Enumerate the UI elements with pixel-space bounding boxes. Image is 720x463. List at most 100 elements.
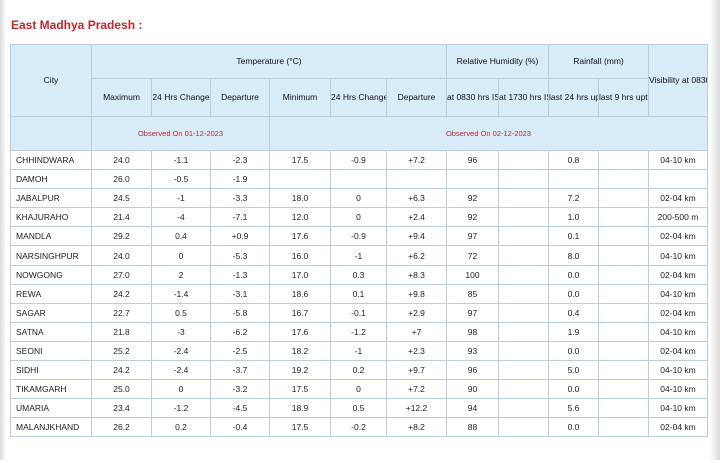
min-change-cell: -0.9 <box>330 226 387 247</box>
rain-24hr-cell: 0.0 <box>548 283 599 304</box>
visibility-cell: 04-10 km <box>648 360 708 381</box>
min-change-cell: 0 <box>330 379 387 400</box>
max-change-cell: 0.5 <box>151 302 211 323</box>
min-departure-cell: +7.2 <box>386 379 447 400</box>
rain-9hr-cell <box>598 149 649 171</box>
rh-1730-cell <box>498 302 549 323</box>
max-change-cell: 2 <box>151 264 211 285</box>
max-departure-cell: +0.9 <box>210 226 270 247</box>
observed-date-2: Observed On 02-12-2023 <box>269 116 708 151</box>
max-change-cell: -2.4 <box>151 360 211 381</box>
city-header: City <box>10 44 92 117</box>
max-temp-cell: 26.2 <box>91 417 152 438</box>
min-temp-cell: 17.5 <box>269 379 331 400</box>
min-temp-cell: 17.6 <box>269 321 331 342</box>
rh-1730-cell <box>498 188 549 209</box>
rh-0830-cell: 72 <box>446 245 499 266</box>
min-departure-cell: +9.4 <box>386 226 447 247</box>
table-row: KHAJURAHO 21.4 -4 -7.1 12.0 0 +2.4 92 1.0 200-500… <box>10 207 708 228</box>
humidity-header: Relative Humidity (%) <box>446 44 549 79</box>
rh-0830-cell: 92 <box>446 207 499 228</box>
rain-9hr-cell <box>598 245 649 266</box>
rain-24hr-cell: 0.1 <box>548 226 599 247</box>
rain-9hr-cell <box>598 188 649 209</box>
max-change-cell: -2.4 <box>151 340 211 362</box>
city-cell: REWA <box>10 283 92 304</box>
min-change-header: 24 Hrs Change <box>330 78 387 117</box>
city-cell: TIKAMGARH <box>10 379 92 400</box>
rain-9hr-cell <box>598 340 649 362</box>
min-change-cell: 0.3 <box>330 264 387 285</box>
visibility-cell: 02-04 km <box>648 264 708 285</box>
max-departure-cell: -2.3 <box>210 149 270 171</box>
city-cell: UMARIA <box>10 398 92 419</box>
table-row: MANDLA 29.2 0.4 +0.9 17.6 -0.9 +9.4 97 0.1 02-04 … <box>10 226 708 247</box>
min-change-cell: 0.5 <box>330 398 387 419</box>
visibility-cell: 04-10 km <box>648 379 708 400</box>
observed-date-2-text: Observed On 02-12-2023 <box>445 128 532 138</box>
visibility-header: Visibility at 0830 hrs IST <box>648 44 708 117</box>
rh-0830-cell: 100 <box>446 264 499 285</box>
table-row: JABALPUR 24.5 -1 -3.3 18.0 0 +6.3 92 7.2 02-04 km <box>10 188 708 209</box>
table-row: NARSINGHPUR 24.0 0 -5.3 16.0 -1 +6.2 72 8.0 04-10… <box>10 245 708 266</box>
visibility-cell <box>648 169 708 190</box>
visibility-cell: 200-500 m <box>648 207 708 228</box>
rh-1730-cell <box>498 264 549 285</box>
rain-24hr-cell: 0.0 <box>548 264 599 285</box>
max-departure-header: Departure <box>210 78 270 117</box>
city-cell: NARSINGHPUR <box>10 245 92 266</box>
max-temp-cell: 23.4 <box>91 398 152 419</box>
max-change-header: 24 Hrs Change <box>151 78 211 117</box>
min-change-cell: 0.1 <box>330 283 387 304</box>
min-change-cell: 0 <box>330 207 387 228</box>
rain-24hr-cell: 1.9 <box>548 321 599 342</box>
rainfall-header: Rainfall (mm) <box>548 44 649 79</box>
observed-spacer <box>10 116 92 151</box>
max-temp-cell: 25.0 <box>91 379 152 400</box>
min-change-cell: -0.2 <box>330 417 387 438</box>
rh-1730-cell <box>498 398 549 419</box>
max-change-cell: 0 <box>151 379 211 400</box>
visibility-cell: 02-04 km <box>648 340 708 362</box>
rh-0830-cell <box>446 169 499 190</box>
max-departure-cell: -4.5 <box>210 398 270 419</box>
rh-0830-cell: 92 <box>446 188 499 209</box>
max-temp-cell: 24.0 <box>91 149 152 171</box>
rain-24hr-cell: 0.4 <box>548 302 599 323</box>
min-change-cell: -1 <box>330 245 387 266</box>
table-row: CHHINDWARA 24.0 -1.1 -2.3 17.5 -0.9 +7.2 96 0.8 0… <box>10 149 708 171</box>
min-change-cell <box>330 169 387 190</box>
visibility-cell: 04-10 km <box>648 283 708 304</box>
city-cell: NOWGONG <box>10 264 92 285</box>
max-departure-cell: -3.3 <box>210 188 270 209</box>
rain-9hr-cell <box>598 264 649 285</box>
max-departure-cell: -5.3 <box>210 245 270 266</box>
rain-24hr-cell: 1.0 <box>548 207 599 228</box>
city-cell: CHHINDWARA <box>10 149 92 171</box>
table-row: SEONI 25.2 -2.4 -2.5 18.2 -1 +2.3 93 0.0 02-04 km <box>10 340 708 362</box>
max-change-cell: -4 <box>151 207 211 228</box>
min-departure-cell <box>386 169 447 190</box>
rh-0830-cell: 88 <box>446 417 499 438</box>
max-change-cell: 0.4 <box>151 226 211 247</box>
min-temp-cell: 18.0 <box>269 188 331 209</box>
max-temp-cell: 29.2 <box>91 226 152 247</box>
max-change-cell: 0.2 <box>151 417 211 438</box>
rain-9hr-cell <box>598 169 649 190</box>
rh-1730-cell <box>498 360 549 381</box>
table-row: UMARIA 23.4 -1.2 -4.5 18.9 0.5 +12.2 94 5.6 04-10… <box>10 398 708 419</box>
rh-0830-cell: 90 <box>446 379 499 400</box>
min-departure-header: Departure <box>386 78 447 117</box>
table-row: TIKAMGARH 25.0 0 -3.2 17.5 0 +7.2 90 0.0 04-10 km <box>10 379 708 400</box>
rain-9hr-cell <box>598 417 649 438</box>
max-temp-cell: 24.2 <box>91 283 152 304</box>
temperature-header: Temperature (°C) <box>91 44 447 79</box>
max-temp-cell: 22.7 <box>91 302 152 323</box>
visibility-cell: 04-10 km <box>648 245 708 266</box>
max-departure-cell: -3.2 <box>210 379 270 400</box>
rh-0830-cell: 96 <box>446 149 499 171</box>
max-temp-cell: 27.0 <box>91 264 152 285</box>
min-temp-cell: 17.5 <box>269 149 331 171</box>
visibility-cell: 02-04 km <box>648 188 708 209</box>
min-temp-cell: 17.5 <box>269 417 331 438</box>
